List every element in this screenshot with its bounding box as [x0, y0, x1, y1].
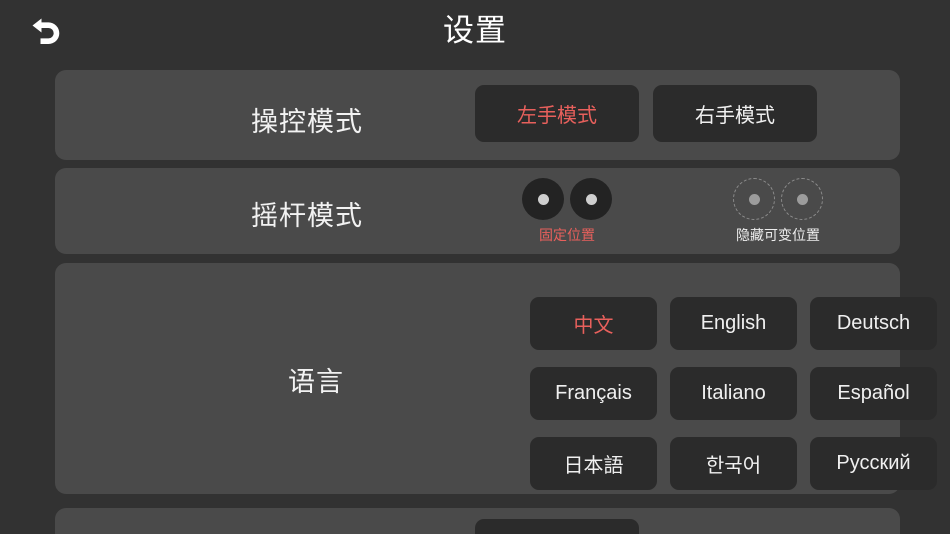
joystick-dot-icon [585, 193, 597, 205]
language-option-chinese[interactable]: 中文 [530, 297, 657, 350]
joystick-option-hidden-variable-position[interactable]: 隐藏可变位置 [733, 178, 823, 245]
joystick-hidden-icon [733, 178, 823, 220]
joystick-mode-label: 摇杆模式 [251, 201, 363, 231]
next-setting-option-partial[interactable] [475, 519, 639, 534]
joystick-hidden-label: 隐藏可变位置 [736, 227, 820, 243]
joystick-dot-icon [537, 193, 549, 205]
joystick-fixed-label: 固定位置 [539, 227, 595, 243]
joystick-dot-icon [748, 193, 760, 205]
joystick-circle-right-icon [570, 178, 612, 220]
joystick-circle-left-icon [522, 178, 564, 220]
control-mode-option-right-hand[interactable]: 右手模式 [653, 85, 817, 142]
page-title: 设置 [443, 13, 507, 48]
language-label: 语言 [288, 367, 344, 397]
language-option-german[interactable]: Deutsch [810, 297, 937, 350]
control-mode-option-left-hand[interactable]: 左手模式 [475, 85, 639, 142]
control-mode-label: 操控模式 [251, 107, 363, 137]
header-bar: 设置 [0, 0, 950, 62]
language-option-spanish[interactable]: Español [810, 367, 937, 420]
language-option-russian[interactable]: Русский [810, 437, 937, 490]
language-card: 语言 中文 English Deutsch Français Italiano … [55, 263, 937, 494]
joystick-fixed-icon [522, 178, 612, 220]
joystick-circle-left-icon [733, 178, 775, 220]
language-option-french[interactable]: Français [530, 367, 657, 420]
language-option-korean[interactable]: 한국어 [670, 437, 797, 490]
language-option-english[interactable]: English [670, 297, 797, 350]
joystick-dot-icon [796, 193, 808, 205]
language-option-japanese[interactable]: 日本語 [530, 437, 657, 490]
settings-screen: 设置 操控模式 左手模式 右手模式 摇杆模式 固定位置 隐藏可变位置 语言 中文… [0, 0, 950, 534]
joystick-option-fixed-position[interactable]: 固定位置 [522, 178, 612, 245]
joystick-circle-right-icon [781, 178, 823, 220]
language-option-italian[interactable]: Italiano [670, 367, 797, 420]
